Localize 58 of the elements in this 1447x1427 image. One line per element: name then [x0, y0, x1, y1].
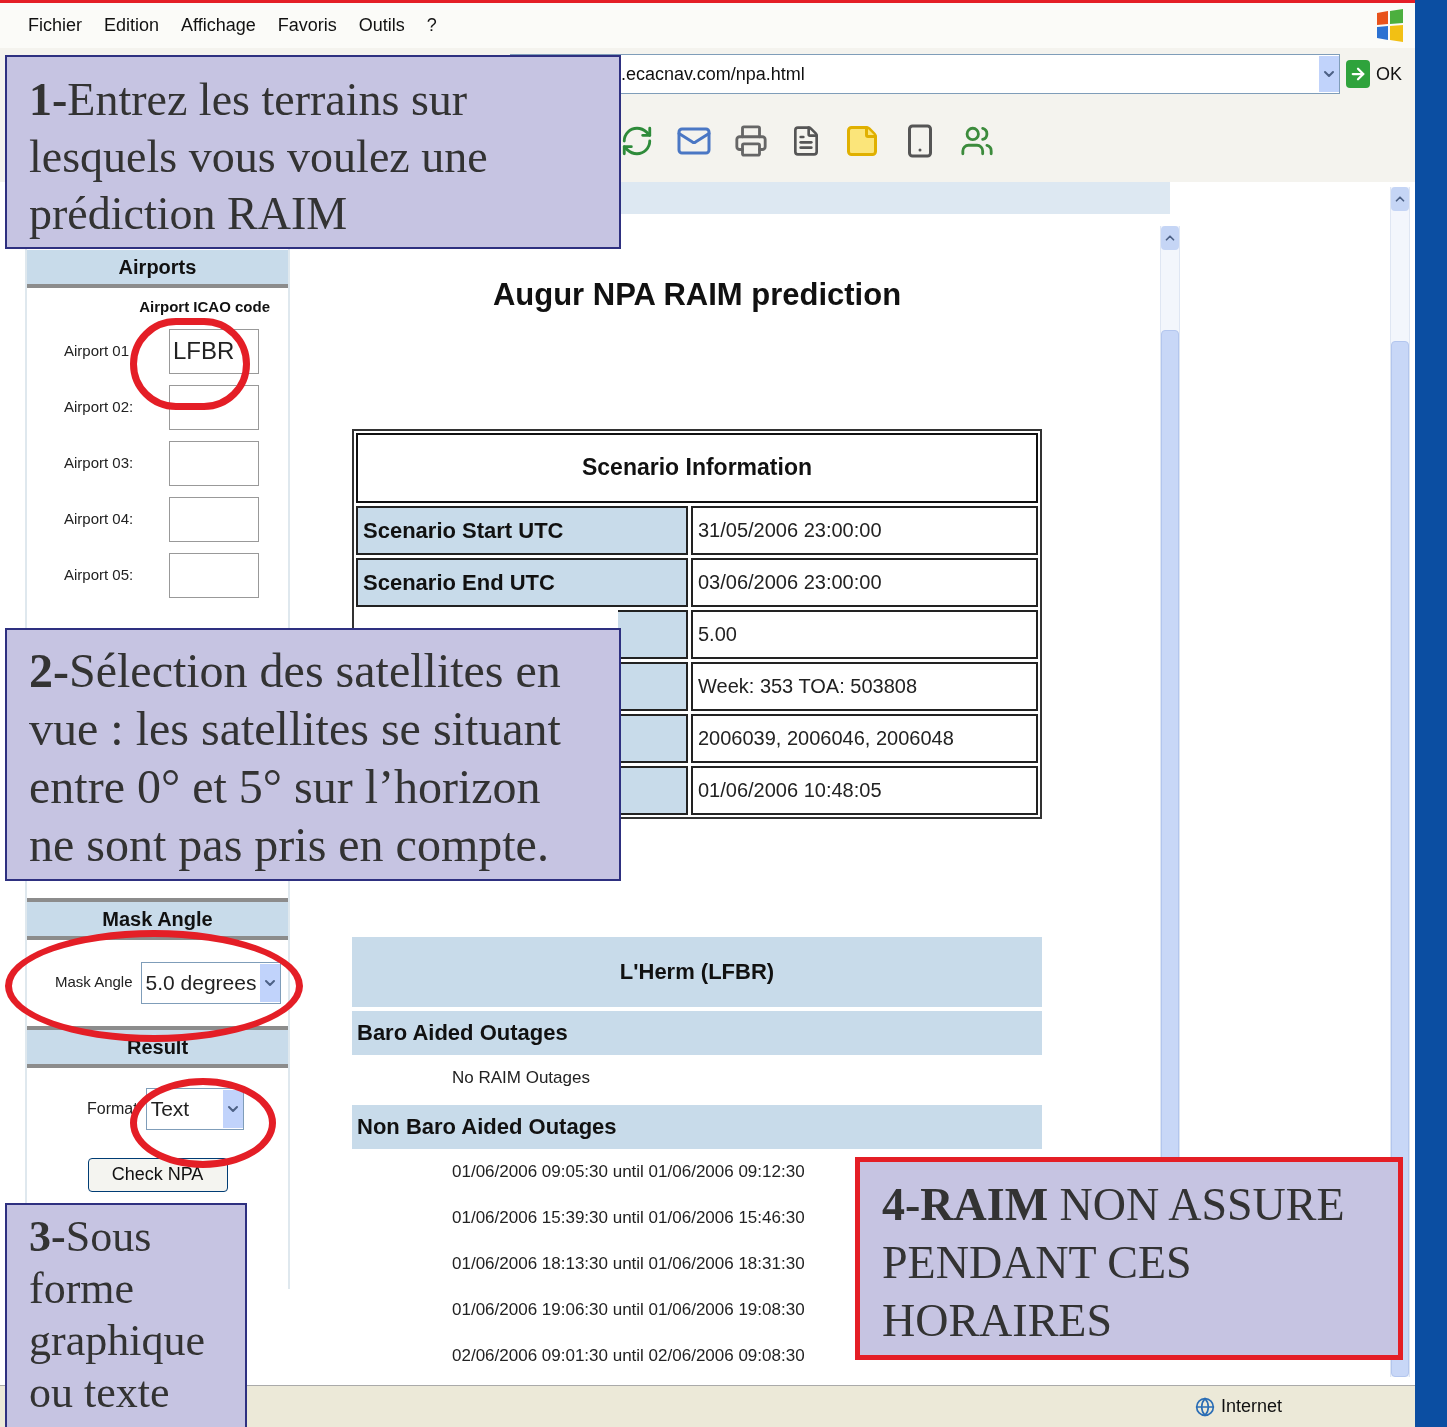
- menu-item[interactable]: Favoris: [277, 12, 337, 39]
- outage-entry: 02/06/2006 09:01:30 until 02/06/2006 09:08:30: [452, 1344, 805, 1367]
- value-cell: 2006039, 2006046, 2006048: [691, 713, 1038, 763]
- check-npa-button[interactable]: Check NPA: [87, 1157, 228, 1192]
- callout-text: 2-Sélection des satellites en vue : les satellites se situant entre 0° et 5° sur l’horizon ne sont pas pris en compte.: [29, 644, 561, 871]
- field-label: Airport 01: [64, 340, 131, 361]
- callout-text: 4-RAIM NON ASSURE PENDANT CES HORAIRES: [882, 1179, 1345, 1346]
- printer-icon[interactable]: [734, 124, 768, 158]
- menu-item[interactable]: Outils: [358, 12, 405, 39]
- airport-code-field[interactable]: [169, 496, 259, 542]
- refresh-icon[interactable]: [620, 124, 654, 158]
- result-header: L'Herm (LFBR): [352, 936, 1042, 1007]
- section-header: Airports: [27, 250, 288, 288]
- row-label-cell: [618, 713, 688, 763]
- section-header: Mask Angle: [27, 897, 288, 940]
- airport-code-field[interactable]: LFBR: [169, 328, 259, 374]
- table-title: Scenario Information: [356, 432, 1038, 503]
- outage-entry: 01/06/2006 19:06:30 until 01/06/2006 19:08:30: [452, 1298, 805, 1321]
- field-label: Airport 04:: [64, 508, 135, 529]
- value-cell: 01/06/2006 10:48:05: [691, 765, 1038, 815]
- mask-angle-select[interactable]: 5.0 degrees: [140, 961, 281, 1004]
- outage-entry: 01/06/2006 15:39:30 until 01/06/2006 15:46:30: [452, 1206, 805, 1229]
- section-header: Baro Aided Outages: [352, 1010, 1042, 1055]
- value-cell: 5.00: [691, 609, 1038, 659]
- field-label: Mask Angle: [55, 972, 133, 993]
- page-title: Augur NPA RAIM prediction: [491, 276, 903, 314]
- globe-icon: [1195, 1396, 1215, 1417]
- field-label: Airport 05:: [64, 564, 135, 585]
- callout-text: 1-Entrez les terrains sur lesquels vous voulez une prédiction RAIM: [29, 74, 488, 239]
- field-label: Airport 03:: [64, 452, 135, 473]
- outage-entry: 01/06/2006 09:05:30 until 01/06/2006 09:12:30: [452, 1160, 805, 1183]
- section-header: Non Baro Aided Outages: [352, 1104, 1042, 1149]
- field-label: Airport 02:: [64, 396, 135, 417]
- menu-item[interactable]: Affichage: [181, 12, 256, 39]
- row-label-cell: [618, 609, 688, 659]
- value-cell: 31/05/2006 23:00:00: [691, 505, 1038, 555]
- row-label-cell: [618, 765, 688, 815]
- format-select[interactable]: Text: [145, 1087, 244, 1130]
- value-cell: 03/06/2006 23:00:00: [691, 557, 1038, 607]
- column-heading: Airport ICAO code: [139, 297, 270, 317]
- value-cell: Week: 353 TOA: 503808: [691, 661, 1038, 711]
- row-label-cell: Scenario Start UTC: [356, 505, 688, 555]
- menu-item[interactable]: ?: [426, 12, 437, 39]
- scroll-up-button[interactable]: [1391, 187, 1409, 211]
- menu-item[interactable]: Fichier: [28, 12, 82, 39]
- callout-text: 3-Sous forme graphique ou texte: [29, 1212, 205, 1417]
- windows-logo-icon: [1375, 8, 1405, 43]
- go-button[interactable]: OK: [1346, 60, 1402, 88]
- menu-item[interactable]: Edition: [104, 12, 160, 39]
- row-label-cell: [618, 661, 688, 711]
- row-label-cell: Scenario End UTC: [356, 557, 688, 607]
- users-icon[interactable]: [960, 124, 994, 158]
- outage-entry: No RAIM Outages: [452, 1066, 590, 1089]
- scroll-up-button[interactable]: [1161, 226, 1179, 250]
- airport-code-field[interactable]: [169, 440, 259, 486]
- airport-code-field[interactable]: [169, 552, 259, 598]
- outage-entry: 01/06/2006 18:13:30 until 01/06/2006 18:31:30: [452, 1252, 805, 1275]
- status-zone: Internet: [1221, 1395, 1283, 1418]
